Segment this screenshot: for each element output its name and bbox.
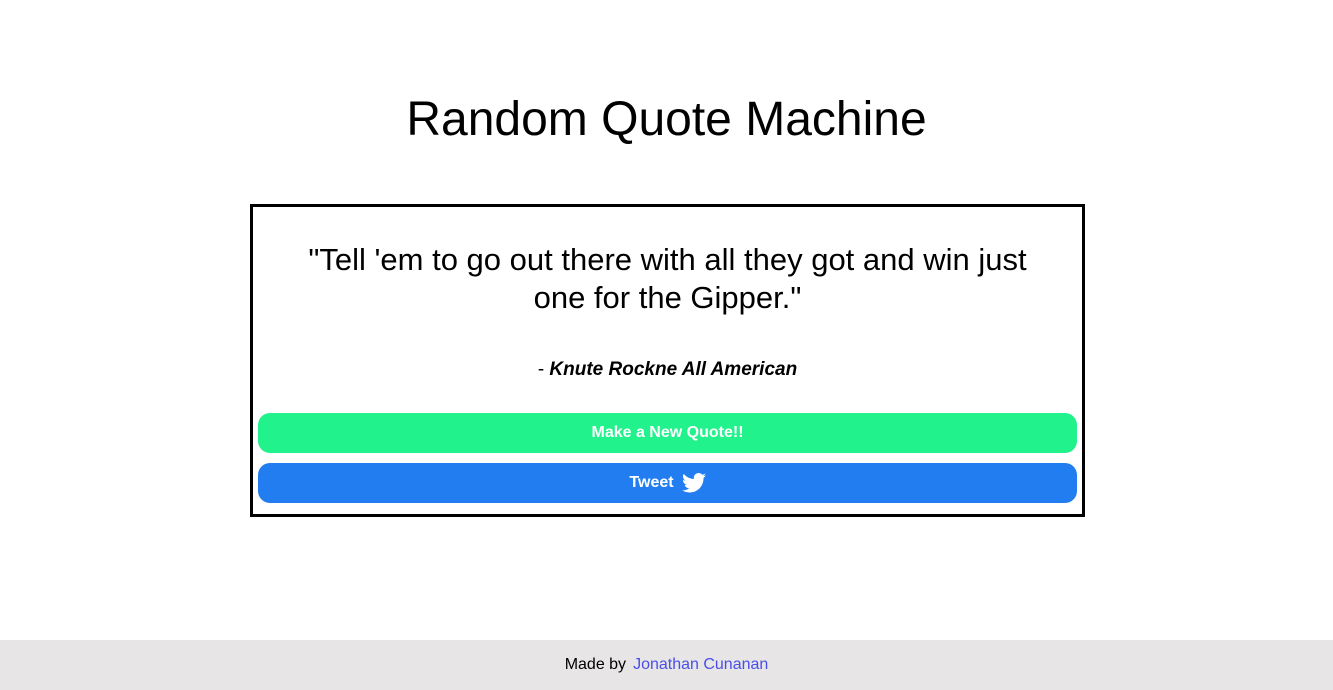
new-quote-button[interactable]: Make a New Quote!! [258, 413, 1077, 453]
author-prefix: - [537, 359, 550, 380]
author-link[interactable]: Jonathan Cunanan [633, 656, 768, 674]
footer-made-by: Made by [564, 656, 627, 673]
quote-box: "Tell 'em to go out there with all they … [250, 204, 1085, 517]
page-title: Random Quote Machine [406, 93, 927, 146]
tweet-button-label: Tweet [629, 474, 674, 491]
page: Random Quote Machine "Tell 'em to go out… [0, 0, 1333, 690]
quote-author: Knute Rockne All American [549, 359, 798, 380]
twitter-bird-icon [681, 473, 706, 493]
footer: Made by Jonathan Cunanan [0, 640, 1333, 690]
tweet-button[interactable]: Tweet [258, 463, 1077, 503]
new-quote-button-label: Make a New Quote!! [591, 424, 744, 441]
quote-text: "Tell 'em to go out there with all they … [308, 242, 1027, 315]
quote-author-line: - Knute Rockne All American [253, 357, 1082, 383]
